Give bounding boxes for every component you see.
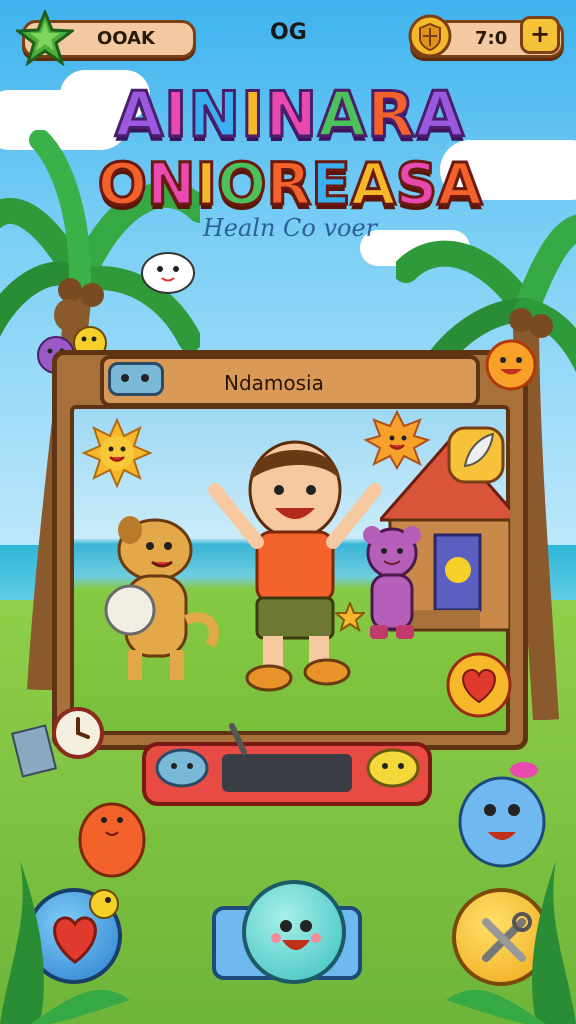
game-title-line2-text: ONIOREASA — [96, 149, 484, 220]
foreground-leaves-left — [0, 860, 130, 1024]
joystick[interactable] — [222, 722, 252, 760]
game-title-line1: AININARA — [90, 77, 490, 153]
heart-bubble-icon[interactable] — [444, 650, 514, 720]
right-console-button[interactable] — [366, 748, 420, 788]
leaf-badge-icon[interactable] — [445, 420, 507, 486]
foreground-leaves-right — [446, 860, 576, 1024]
center-counter: OG — [270, 20, 307, 45]
blue-creature — [458, 762, 546, 868]
subtitle-text: Healn Co voer — [202, 214, 378, 242]
plus-icon: + — [529, 20, 551, 48]
level-badge-label: OOAK — [97, 28, 155, 49]
clock-icon[interactable] — [50, 705, 106, 761]
smiley-face-icon — [271, 920, 321, 950]
sun-character — [82, 418, 152, 488]
coin-counter-label: 7:0 — [475, 28, 508, 49]
shield-icon — [408, 14, 452, 58]
star-decoration — [335, 602, 365, 632]
star-icon[interactable] — [16, 10, 74, 66]
game-title-line2: ONIOREASA — [80, 149, 500, 220]
subtitle: Healn Co voer — [170, 214, 410, 242]
cloud-creature — [141, 252, 195, 294]
robot-icon[interactable] — [108, 362, 164, 396]
dog-character — [104, 516, 219, 680]
left-console-button[interactable] — [155, 748, 209, 788]
game-title-line1-text: AININARA — [114, 77, 466, 153]
main-play-button[interactable] — [242, 880, 346, 984]
smiley-sun-icon[interactable] — [480, 334, 542, 396]
add-coins-button[interactable]: + — [520, 16, 560, 54]
frame-title: Ndamosia — [224, 371, 324, 395]
